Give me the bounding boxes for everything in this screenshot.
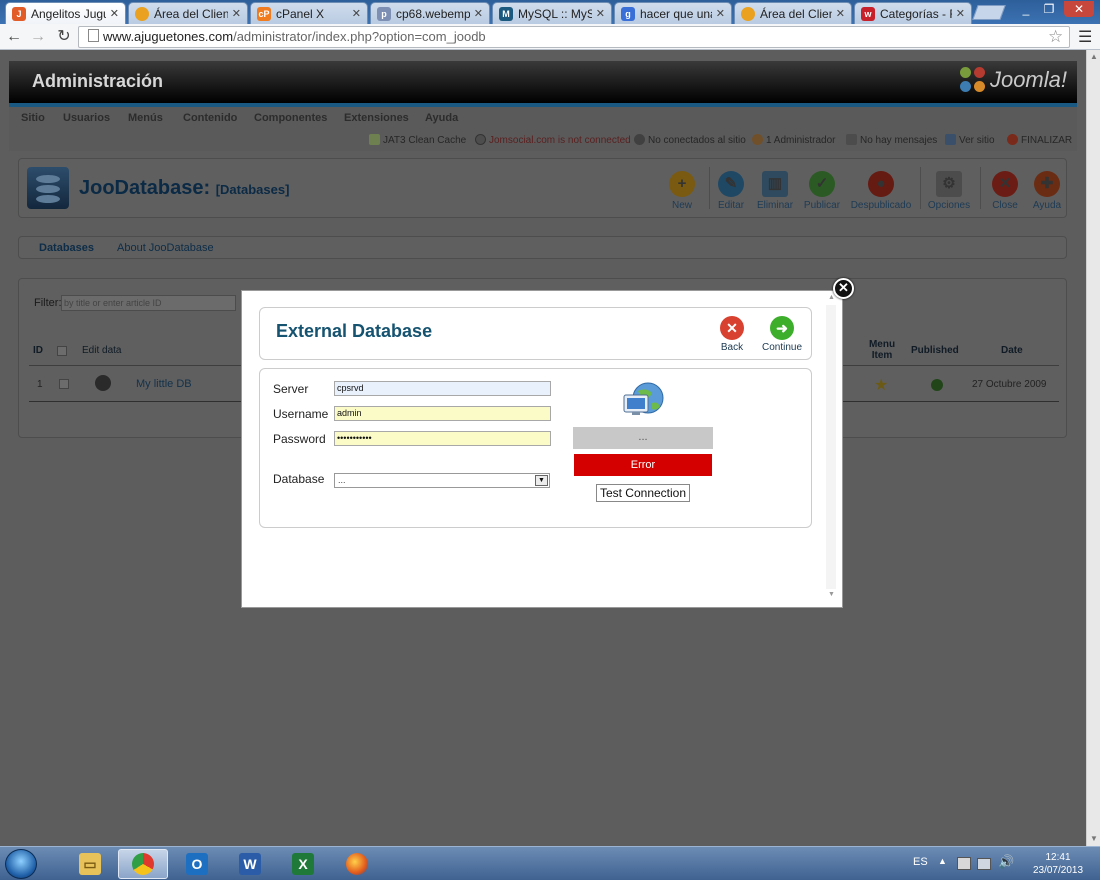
system-clock[interactable]: 12:41 23/07/2013 [1032, 851, 1084, 877]
scroll-down-icon: ▼ [828, 591, 835, 598]
browser-tab[interactable]: p cp68.webempre ✕ [370, 2, 490, 24]
explorer-taskbar-button[interactable]: ▭ [65, 849, 115, 879]
modal-title: External Database [276, 321, 433, 341]
modal-close-icon[interactable]: ✕ [833, 278, 854, 299]
close-tab-icon[interactable]: ✕ [232, 7, 241, 20]
tab-title: Categorías - For [880, 6, 952, 21]
close-tab-icon[interactable]: ✕ [110, 7, 119, 20]
database-select[interactable]: ... ▼ [334, 473, 550, 488]
external-database-modal: External Database ✕ Back ➜ Continue Server… [241, 290, 843, 608]
close-tab-icon[interactable]: ✕ [956, 7, 965, 20]
scroll-up-icon: ▲ [828, 294, 835, 301]
close-tab-icon[interactable]: ✕ [716, 7, 725, 20]
start-button-icon[interactable] [5, 849, 37, 879]
password-input[interactable]: ••••••••••• [334, 431, 551, 446]
windows-taskbar: ▭ O W X ES ▲ 🔊 12:41 23/07/2013 [0, 846, 1100, 880]
back-x-icon: ✕ [720, 316, 744, 340]
tab-title: cPanel X [276, 6, 325, 21]
browser-tab[interactable]: w Categorías - For ✕ [854, 2, 972, 24]
excel-taskbar-button[interactable]: X [278, 849, 328, 879]
clock-time: 12:41 [1045, 852, 1071, 863]
excel-icon: X [292, 853, 314, 875]
close-tab-icon[interactable]: ✕ [836, 7, 845, 20]
tab-title: Área del Cliente [154, 6, 228, 21]
browser-tab[interactable]: Área del Cliente ✕ [128, 2, 248, 24]
outlook-taskbar-button[interactable]: O [172, 849, 222, 879]
word-taskbar-button[interactable]: W [225, 849, 275, 879]
tab-title: MySQL :: MySQL [518, 6, 592, 21]
close-tab-icon[interactable]: ✕ [352, 7, 361, 20]
back-button[interactable]: ✕ Back [720, 316, 744, 353]
page-scrollbar[interactable]: ▲ ▼ [1086, 50, 1100, 846]
username-input[interactable]: admin [334, 406, 551, 421]
tab-title: Área del Cliente [760, 6, 832, 21]
browser-toolbar: ← → ↻ www.ajuguetones.com/administrator/… [0, 24, 1100, 50]
cpanel-favicon-icon: cP [257, 6, 271, 21]
tab-title: Angelitos Jugue [31, 6, 106, 21]
webempresa-favicon-icon [135, 6, 149, 21]
language-indicator[interactable]: ES [913, 856, 928, 868]
status-progress-bar: ... [573, 427, 713, 449]
phpmyadmin-favicon-icon: p [377, 6, 391, 21]
volume-icon[interactable]: 🔊 [998, 854, 1014, 870]
modal-scrollbar[interactable]: ▲ ▼ [822, 291, 842, 607]
scroll-down-icon: ▼ [1090, 834, 1098, 843]
close-tab-icon[interactable]: ✕ [596, 7, 605, 20]
network-icon[interactable] [977, 858, 991, 870]
close-window-icon[interactable]: ✕ [1064, 1, 1094, 17]
joomla-favicon-icon: J [12, 6, 26, 21]
tab-title: hacer que una b [640, 6, 712, 21]
password-label: Password [273, 432, 326, 446]
forward-arrow-icon[interactable]: → [28, 27, 48, 47]
forum-favicon-icon: w [861, 6, 875, 21]
outlook-icon: O [186, 853, 208, 875]
clock-date: 23/07/2013 [1032, 865, 1084, 876]
browser-tab[interactable]: cP cPanel X ✕ [250, 2, 368, 24]
google-favicon-icon: g [621, 6, 635, 21]
database-label: Database [273, 472, 325, 486]
test-connection-button[interactable]: Test Connection [596, 484, 690, 502]
word-icon: W [239, 853, 261, 875]
modal-overlay[interactable]: External Database ✕ Back ➜ Continue Server… [0, 50, 1086, 846]
show-hidden-icons-icon[interactable]: ▲ [938, 856, 947, 866]
chrome-icon [132, 853, 154, 875]
new-tab-button[interactable] [972, 5, 1006, 20]
folder-icon: ▭ [79, 853, 101, 875]
maximize-window-icon[interactable]: ❐ [1038, 1, 1060, 17]
browser-tab[interactable]: Área del Cliente ✕ [734, 2, 852, 24]
browser-tab[interactable]: g hacer que una b ✕ [614, 2, 732, 24]
browser-tabstrip: J Angelitos Jugue ✕ Área del Cliente ✕ c… [0, 0, 1100, 24]
server-input[interactable]: cpsrvd [334, 381, 551, 396]
page-icon [88, 29, 99, 42]
server-label: Server [273, 382, 309, 396]
modal-header: External Database ✕ Back ➜ Continue [259, 307, 812, 360]
firefox-icon [346, 853, 368, 875]
error-status-bar: Error [574, 454, 712, 476]
chrome-menu-icon[interactable]: ☰ [1078, 27, 1092, 47]
browser-tab[interactable]: J Angelitos Jugue ✕ [5, 2, 126, 24]
username-label: Username [273, 407, 329, 421]
continue-button[interactable]: ➜ Continue [762, 316, 802, 353]
webempresa-favicon-icon [741, 6, 755, 21]
minimize-window-icon[interactable]: _ [1015, 1, 1037, 17]
url-path: /administrator/index.php?option=com_jood… [233, 29, 486, 44]
bookmark-star-icon[interactable]: ☆ [1048, 27, 1063, 47]
browser-tab[interactable]: M MySQL :: MySQL ✕ [492, 2, 612, 24]
url-host: www.ajuguetones.com [103, 29, 234, 44]
chrome-taskbar-button[interactable] [118, 849, 168, 879]
tab-title: cp68.webempre [396, 6, 470, 21]
page-content: Administración Joomla! Sitio Usuarios Me… [0, 50, 1086, 846]
address-bar[interactable]: www.ajuguetones.com/administrator/index.… [78, 26, 1070, 48]
scroll-up-icon: ▲ [1090, 52, 1098, 61]
close-tab-icon[interactable]: ✕ [474, 7, 483, 20]
network-computer-icon [623, 382, 664, 415]
continue-arrow-icon: ➜ [770, 316, 795, 340]
connection-form: Server cpsrvd Username admin Password ••… [259, 368, 812, 528]
reload-icon[interactable]: ↻ [54, 27, 74, 47]
firefox-taskbar-button[interactable] [332, 849, 382, 879]
action-center-icon[interactable] [957, 857, 971, 870]
chevron-down-icon: ▼ [535, 475, 548, 486]
mysql-favicon-icon: M [499, 6, 513, 21]
back-arrow-icon[interactable]: ← [4, 27, 24, 47]
